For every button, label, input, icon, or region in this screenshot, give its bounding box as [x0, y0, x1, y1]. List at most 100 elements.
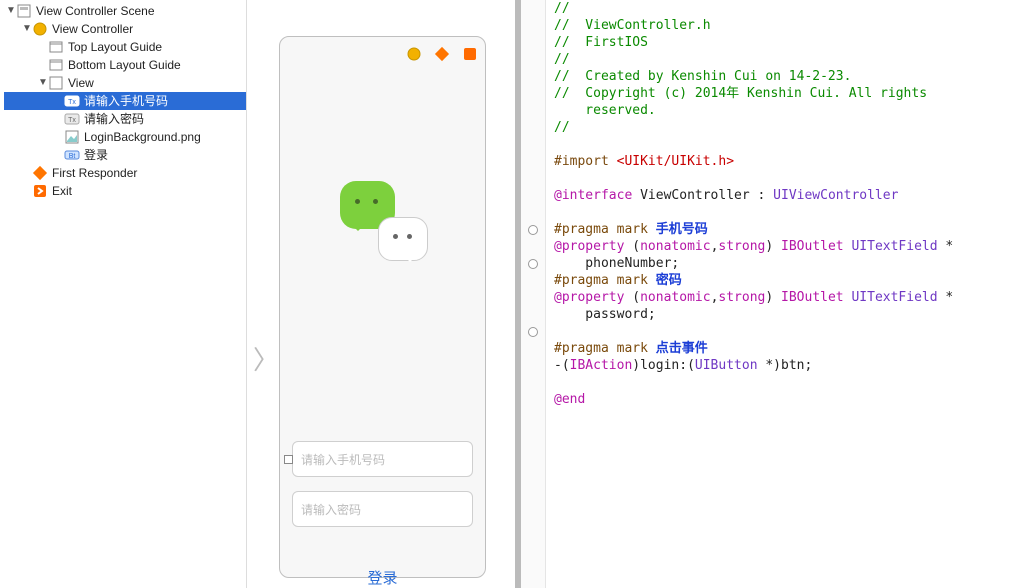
tx-icon: Tx — [64, 111, 80, 127]
gutter-line[interactable] — [521, 0, 545, 17]
code-line[interactable]: #pragma mark 密码 — [554, 272, 1017, 289]
code-line[interactable]: // Copyright (c) 2014年 Kenshin Cui. All … — [554, 85, 1017, 102]
gutter-line[interactable] — [521, 153, 545, 170]
gutter-line[interactable] — [521, 221, 545, 238]
gutter-line[interactable] — [521, 136, 545, 153]
outline-label: View Controller — [52, 20, 139, 38]
gutter-line[interactable] — [521, 187, 545, 204]
code-line[interactable]: reserved. — [554, 102, 1017, 119]
gutter-line[interactable] — [521, 391, 545, 408]
outline-label: 请输入密码 — [84, 110, 150, 128]
gutter-line[interactable] — [521, 119, 545, 136]
document-outline[interactable]: ▼View Controller Scene▼View ControllerTo… — [0, 0, 247, 588]
ib-canvas[interactable]: 〉 — [247, 0, 521, 588]
code-line[interactable]: -(IBAction)login:(UIButton *)btn; — [554, 357, 1017, 374]
shield-icon[interactable] — [405, 45, 423, 63]
guide-icon — [48, 39, 64, 55]
gutter-line[interactable] — [521, 204, 545, 221]
outline-view[interactable]: ▼View — [4, 74, 246, 92]
btn-icon: Bt — [64, 147, 80, 163]
code-line[interactable]: // Created by Kenshin Cui on 14-2-23. — [554, 68, 1017, 85]
code-line[interactable]: // ViewController.h — [554, 17, 1017, 34]
code-line[interactable]: // — [554, 51, 1017, 68]
phone-input[interactable]: 请输入手机号码 — [292, 441, 473, 477]
gutter-line[interactable] — [521, 170, 545, 187]
connection-dot-icon — [528, 259, 538, 269]
code-line[interactable] — [554, 374, 1017, 391]
code-line[interactable]: #import <UIKit/UIKit.h> — [554, 153, 1017, 170]
view-icon — [48, 75, 64, 91]
outline-txtPhone[interactable]: Tx请输入手机号码 — [4, 92, 246, 110]
gutter-line[interactable] — [521, 102, 545, 119]
gutter-line[interactable] — [521, 17, 545, 34]
guide-icon — [48, 57, 64, 73]
outline-vc[interactable]: ▼ View Controller — [4, 20, 246, 38]
gutter-line[interactable] — [521, 272, 545, 289]
gutter-line[interactable] — [521, 357, 545, 374]
connection-dot-icon — [528, 327, 538, 337]
password-placeholder: 请输入密码 — [301, 501, 361, 518]
panel-icon[interactable] — [461, 45, 479, 63]
wechat-logo-icon — [338, 181, 428, 261]
svg-text:Tx: Tx — [68, 117, 76, 124]
outline-firstResp[interactable]: First Responder — [4, 164, 246, 182]
code-line[interactable]: @end — [554, 391, 1017, 408]
scene-icon — [16, 3, 32, 19]
password-input[interactable]: 请输入密码 — [292, 491, 473, 527]
gutter-line[interactable] — [521, 255, 545, 272]
gutter-line[interactable] — [521, 289, 545, 306]
outline-label: Top Layout Guide — [68, 38, 168, 56]
code-line[interactable] — [554, 323, 1017, 340]
outline-botGuide[interactable]: Bottom Layout Guide — [4, 56, 246, 74]
outline-label: Exit — [52, 182, 78, 200]
outline-scene[interactable]: ▼View Controller Scene — [4, 2, 246, 20]
gutter-line[interactable] — [521, 374, 545, 391]
outline-label: 请输入手机号码 — [84, 92, 174, 110]
tx-icon: Tx — [64, 93, 80, 109]
disclosure-icon[interactable]: ▼ — [38, 74, 48, 92]
outline-label: Bottom Layout Guide — [68, 56, 187, 74]
device-frame[interactable]: 请输入手机号码 请输入密码 登录 — [279, 36, 486, 578]
outline-txtPwd[interactable]: Tx 请输入密码 — [4, 110, 246, 128]
gutter-line[interactable] — [521, 340, 545, 357]
gutter-line[interactable] — [521, 306, 545, 323]
code-line[interactable]: @interface ViewController : UIViewContro… — [554, 187, 1017, 204]
segue-arrow-icon: 〉 — [253, 340, 279, 377]
selection-handle[interactable] — [284, 455, 293, 464]
code-line[interactable]: #pragma mark 手机号码 — [554, 221, 1017, 238]
code-line[interactable] — [554, 136, 1017, 153]
first-icon — [32, 165, 48, 181]
editor-gutter[interactable] — [521, 0, 546, 588]
code-line[interactable]: // — [554, 119, 1017, 136]
gutter-line[interactable] — [521, 68, 545, 85]
login-button[interactable]: 登录 — [367, 570, 397, 587]
scene-toolbar — [280, 37, 485, 71]
exit-icon — [32, 183, 48, 199]
code-line[interactable] — [554, 170, 1017, 187]
code-line[interactable]: #pragma mark 点击事件 — [554, 340, 1017, 357]
code-line[interactable]: password; — [554, 306, 1017, 323]
gutter-line[interactable] — [521, 34, 545, 51]
code-editor[interactable]: //// ViewController.h// FirstIOS//// Cre… — [521, 0, 1025, 588]
outline-loginImg[interactable]: LoginBackground.png — [4, 128, 246, 146]
outline-topGuide[interactable]: Top Layout Guide — [4, 38, 246, 56]
code-line[interactable] — [554, 204, 1017, 221]
img-icon — [64, 129, 80, 145]
code-line[interactable]: // FirstIOS — [554, 34, 1017, 51]
outline-btnLogin[interactable]: Bt登录 — [4, 146, 246, 164]
gutter-line[interactable] — [521, 85, 545, 102]
code-line[interactable]: @property (nonatomic,strong) IBOutlet UI… — [554, 289, 1017, 306]
code-line[interactable]: // — [554, 0, 1017, 17]
code-area[interactable]: //// ViewController.h// FirstIOS//// Cre… — [546, 0, 1025, 588]
gutter-line[interactable] — [521, 238, 545, 255]
code-line[interactable]: phoneNumber; — [554, 255, 1017, 272]
outline-exit[interactable]: Exit — [4, 182, 246, 200]
cube-icon[interactable] — [433, 45, 451, 63]
svg-text:Bt: Bt — [69, 153, 76, 160]
disclosure-icon[interactable]: ▼ — [22, 20, 32, 38]
phone-placeholder: 请输入手机号码 — [301, 451, 385, 468]
gutter-line[interactable] — [521, 323, 545, 340]
gutter-line[interactable] — [521, 51, 545, 68]
disclosure-icon[interactable]: ▼ — [6, 2, 16, 20]
code-line[interactable]: @property (nonatomic,strong) IBOutlet UI… — [554, 238, 1017, 255]
